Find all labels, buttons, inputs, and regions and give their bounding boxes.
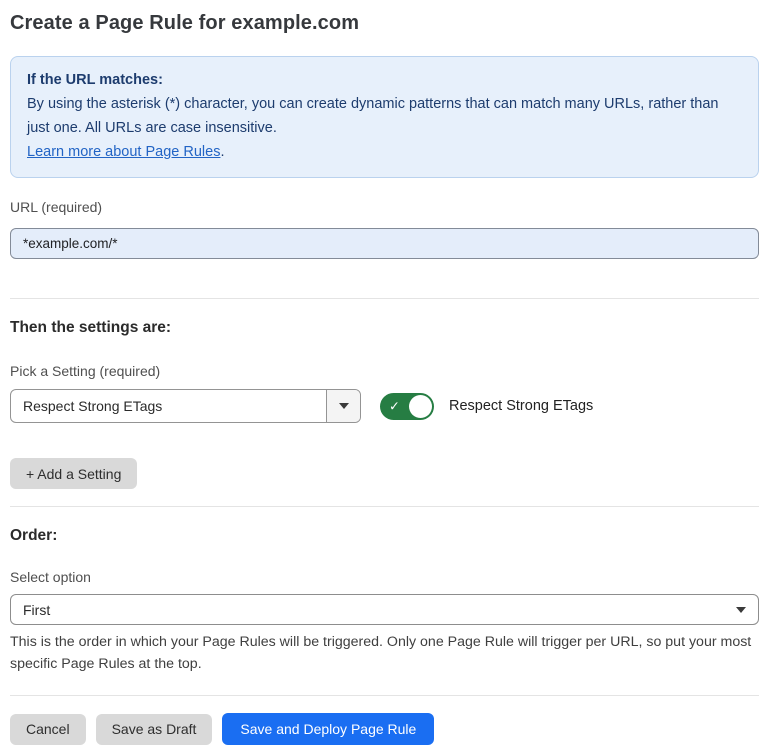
info-box-link-line: Learn more about Page Rules.	[27, 140, 742, 164]
caret-down-icon	[339, 403, 349, 409]
add-setting-button[interactable]: + Add a Setting	[10, 458, 137, 489]
toggle-knob	[409, 395, 432, 418]
info-box-body: By using the asterisk (*) character, you…	[27, 92, 742, 140]
url-matches-info-box: If the URL matches: By using the asteris…	[10, 56, 759, 178]
cancel-button[interactable]: Cancel	[10, 714, 86, 745]
order-section-heading: Order:	[10, 527, 759, 545]
order-select-value: First	[23, 602, 736, 618]
divider	[10, 695, 759, 696]
settings-section-heading: Then the settings are:	[10, 319, 759, 337]
url-input[interactable]	[10, 228, 759, 259]
caret-down-icon	[736, 607, 746, 613]
link-suffix: .	[220, 144, 224, 160]
info-box-heading: If the URL matches:	[27, 68, 742, 92]
order-select-label: Select option	[10, 569, 759, 585]
toggle-label: Respect Strong ETags	[449, 398, 593, 414]
page-title: Create a Page Rule for example.com	[10, 12, 759, 35]
setting-select-value: Respect Strong ETags	[11, 390, 326, 422]
setting-row: Respect Strong ETags ✓ Respect Strong ET…	[10, 389, 759, 423]
setting-select[interactable]: Respect Strong ETags	[10, 389, 361, 423]
divider	[10, 298, 759, 299]
url-field-label: URL (required)	[10, 199, 759, 215]
pick-setting-label: Pick a Setting (required)	[10, 363, 759, 379]
check-icon: ✓	[389, 400, 400, 413]
save-draft-button[interactable]: Save as Draft	[96, 714, 213, 745]
order-select[interactable]: First	[10, 594, 759, 625]
order-help-text: This is the order in which your Page Rul…	[10, 631, 759, 675]
create-page-rule-form: Create a Page Rule for example.com If th…	[0, 0, 769, 718]
setting-select-arrow-button[interactable]	[326, 390, 360, 422]
learn-more-link[interactable]: Learn more about Page Rules	[27, 144, 220, 160]
respect-strong-etags-toggle[interactable]: ✓	[380, 393, 434, 420]
divider	[10, 506, 759, 507]
